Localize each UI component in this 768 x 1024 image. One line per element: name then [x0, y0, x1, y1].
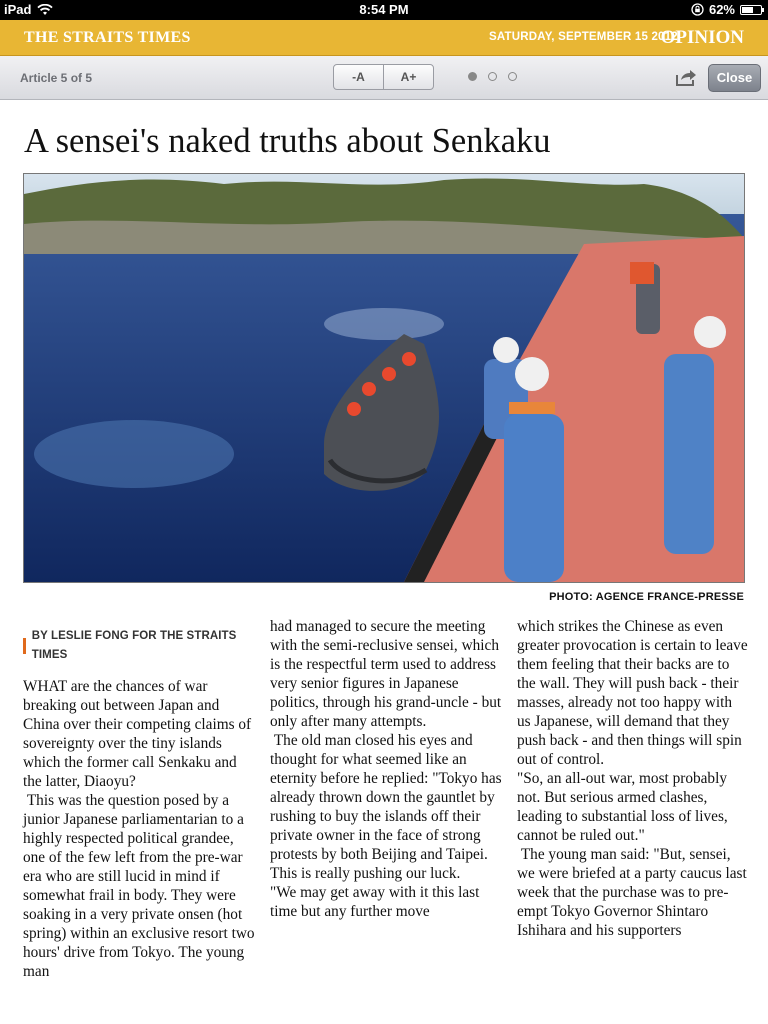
- byline-accent: [23, 638, 26, 654]
- rotation-lock-icon: [691, 3, 704, 16]
- increase-font-button[interactable]: A+: [384, 65, 433, 89]
- article-column-1: BY LESLIE FONG FOR THE STRAITS TIMES WHA…: [23, 617, 255, 981]
- decrease-font-button[interactable]: -A: [334, 65, 384, 89]
- page-dot[interactable]: [488, 72, 497, 81]
- battery-fill: [742, 6, 754, 13]
- share-icon[interactable]: [675, 67, 697, 87]
- article-column-2: had managed to secure the meeting with t…: [270, 617, 502, 921]
- article-column-3: which strikes the Chinese as even greate…: [517, 617, 749, 940]
- article-headline: A sensei's naked truths about Senkaku: [24, 122, 551, 160]
- photo-credit: PHOTO: AGENCE FRANCE-PRESSE: [549, 591, 744, 603]
- paragraph: "So, an all-out war, most probably not. …: [517, 770, 728, 844]
- battery-percent: 62%: [708, 2, 735, 17]
- paragraph: "We may get away with it this last time …: [270, 884, 480, 920]
- brand-logo: THE STRAITS TIMES: [24, 29, 191, 46]
- issue-date: SATURDAY, SEPTEMBER 15 2012: [489, 31, 678, 43]
- byline: BY LESLIE FONG FOR THE STRAITS TIMES: [23, 627, 255, 665]
- masthead: THE STRAITS TIMES SATURDAY, SEPTEMBER 15…: [0, 20, 768, 56]
- byline-text: BY LESLIE FONG FOR THE STRAITS TIMES: [31, 630, 237, 661]
- battery-icon: [740, 4, 764, 15]
- paragraph: had managed to secure the meeting with t…: [270, 618, 502, 730]
- article-toolbar: Article 5 of 5 -A A+ Close: [0, 56, 768, 100]
- photo-illustration: [24, 174, 744, 582]
- page-dot[interactable]: [468, 72, 477, 81]
- article-photo: [23, 173, 745, 583]
- paragraph: The old man closed his eyes and thought …: [270, 732, 502, 882]
- font-size-control: -A A+: [333, 64, 434, 90]
- page-indicator[interactable]: [468, 72, 517, 81]
- section-title: OPINION: [660, 27, 744, 48]
- status-bar: iPad 8:54 PM 62%: [0, 0, 768, 20]
- page-dot[interactable]: [508, 72, 517, 81]
- clock: 8:54 PM: [359, 2, 409, 17]
- article-count: Article 5 of 5: [20, 71, 93, 85]
- paragraph: This was the question posed by a junior …: [23, 792, 255, 980]
- paragraph: WHAT are the chances of war breaking out…: [23, 678, 252, 790]
- paragraph: The young man said: "But, sensei, we wer…: [517, 846, 747, 939]
- close-button[interactable]: Close: [708, 64, 761, 92]
- paragraph: which strikes the Chinese as even greate…: [517, 618, 748, 768]
